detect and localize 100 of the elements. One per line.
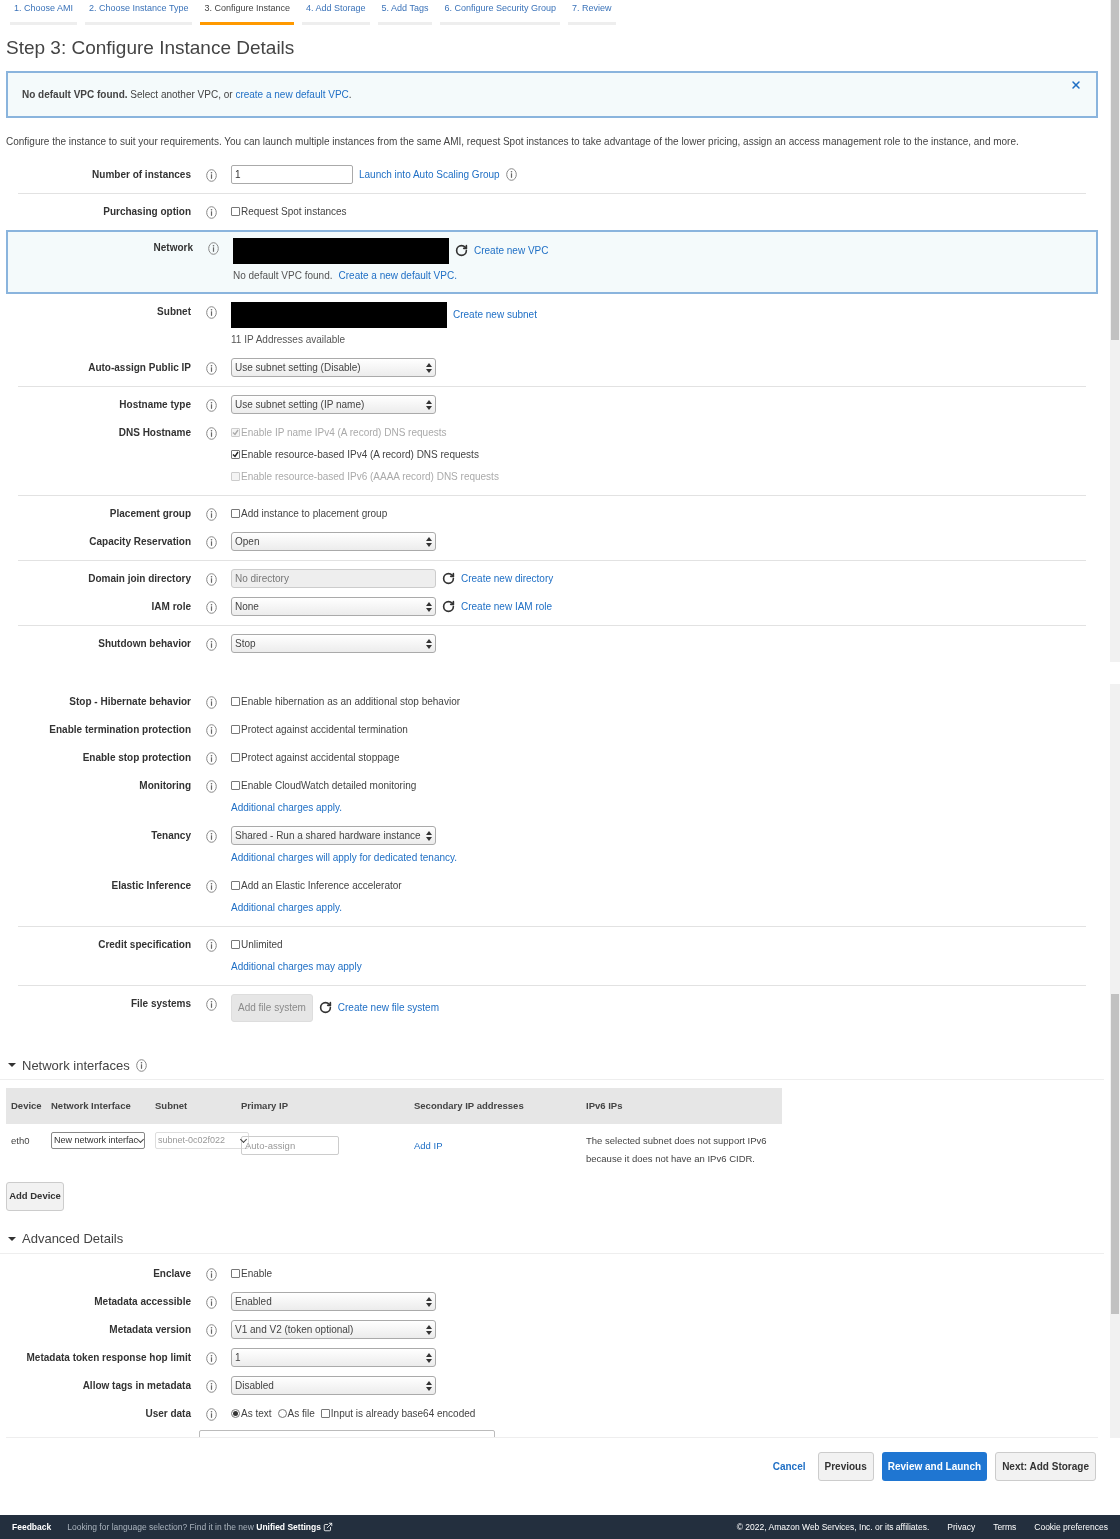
checkbox[interactable] (231, 509, 240, 518)
checkbox[interactable] (231, 207, 240, 216)
link[interactable]: Create new file system (337, 1000, 439, 1015)
info-icon[interactable] (205, 168, 217, 182)
radio-label[interactable]: As text (241, 1406, 272, 1421)
wizard-step-tab[interactable]: 5. Add Tags (377, 0, 433, 25)
checkbox-label[interactable]: Protect against accidental termination (241, 722, 408, 737)
dropdown[interactable]: Stop (231, 634, 436, 653)
checkbox[interactable] (231, 1269, 240, 1278)
checkbox[interactable] (231, 725, 240, 734)
dropdown[interactable]: Open (231, 532, 436, 551)
info-icon[interactable] (205, 1379, 217, 1393)
info-icon[interactable] (205, 695, 217, 709)
info-icon[interactable] (205, 205, 217, 219)
wizard-step-tab[interactable]: 4. Add Storage (302, 0, 370, 25)
checkbox[interactable] (231, 753, 240, 762)
info-icon[interactable] (205, 1295, 217, 1309)
dropdown[interactable]: 1 (231, 1348, 436, 1367)
link[interactable]: Create a new default VPC. (338, 268, 457, 283)
link[interactable]: Create new VPC (474, 243, 549, 258)
info-icon[interactable] (205, 1267, 217, 1281)
checkbox-label[interactable]: Enable resource-based IPv4 (A record) DNS requests (241, 447, 479, 462)
info-icon[interactable] (205, 535, 217, 549)
info-icon[interactable] (205, 779, 217, 793)
checkbox-label[interactable]: Unlimited (241, 937, 283, 952)
link[interactable]: Create new directory (461, 571, 554, 586)
link[interactable]: Launch into Auto Scaling Group (359, 167, 500, 182)
wizard-step-tab[interactable]: 7. Review (568, 0, 616, 25)
radio-label[interactable]: As file (287, 1406, 315, 1421)
dropdown[interactable]: Shared - Run a shared hardware instance (231, 826, 436, 845)
dropdown[interactable]: V1 and V2 (token optional) (231, 1320, 436, 1339)
info-icon[interactable] (205, 1351, 217, 1365)
section-heading[interactable]: Network interfaces (22, 1055, 130, 1075)
dropdown[interactable]: Disabled (231, 1376, 436, 1395)
close-icon[interactable] (1070, 78, 1082, 91)
checkbox-label[interactable]: Add an Elastic Inference accelerator (241, 878, 402, 893)
wizard-button[interactable]: Previous (817, 1451, 874, 1481)
info-icon[interactable] (205, 1323, 217, 1337)
info-icon[interactable] (205, 600, 217, 614)
radio-button[interactable] (277, 1409, 287, 1418)
radio-button[interactable] (231, 1409, 240, 1418)
link[interactable]: Additional charges may apply (231, 959, 362, 974)
checkbox[interactable] (231, 450, 240, 459)
footer-link[interactable]: Privacy (947, 1520, 976, 1534)
checkbox-label[interactable]: Add instance to placement group (241, 506, 388, 521)
info-icon[interactable] (205, 938, 217, 952)
refresh-icon[interactable] (318, 1001, 332, 1014)
info-icon[interactable] (205, 637, 217, 651)
info-icon[interactable] (205, 1407, 217, 1421)
info-icon[interactable] (205, 879, 217, 893)
link[interactable]: Additional charges apply. (231, 800, 342, 815)
feedback-link[interactable]: Feedback (12, 1520, 52, 1534)
link[interactable]: Add IP (414, 1140, 443, 1151)
input-field[interactable]: Auto-assign (241, 1136, 339, 1155)
checkbox-label[interactable]: Input is already base64 encoded (330, 1406, 476, 1421)
checkbox-label[interactable]: Enable CloudWatch detailed monitoring (241, 778, 417, 793)
info-icon[interactable] (205, 723, 217, 737)
checkbox[interactable] (231, 881, 240, 890)
dropdown[interactable]: New network interfac (51, 1132, 145, 1149)
input-field[interactable]: 1 (231, 165, 353, 184)
link[interactable]: Additional charges apply. (231, 900, 342, 915)
dropdown[interactable]: None (231, 597, 436, 616)
link[interactable]: Create new subnet (453, 307, 537, 322)
info-icon[interactable] (205, 572, 217, 586)
info-icon[interactable] (205, 997, 217, 1011)
info-icon[interactable] (205, 361, 217, 375)
dropdown[interactable]: Use subnet setting (IP name) (231, 395, 436, 414)
refresh-icon[interactable] (455, 244, 468, 257)
dropdown[interactable]: Enabled (231, 1292, 436, 1311)
add-device-button[interactable]: Add Device (6, 1182, 64, 1211)
scrollbar[interactable] (1110, 683, 1120, 1438)
link[interactable]: Unified Settings (256, 1521, 321, 1532)
wizard-button[interactable]: Review and Launch (881, 1451, 988, 1481)
info-icon[interactable] (135, 1058, 147, 1072)
external-link-icon[interactable] (322, 1522, 333, 1532)
checkbox[interactable] (320, 1409, 330, 1418)
wizard-step-tab[interactable]: 2. Choose Instance Type (85, 0, 193, 25)
dropdown[interactable]: Use subnet setting (Disable) (231, 358, 436, 377)
checkbox-label[interactable]: Enable (241, 1266, 273, 1281)
info-icon[interactable] (205, 751, 217, 765)
refresh-icon[interactable] (442, 600, 455, 613)
link[interactable]: create a new default VPC (235, 88, 349, 100)
link[interactable]: Additional charges will apply for dedicated tenancy. (231, 850, 458, 865)
info-icon[interactable] (505, 168, 517, 181)
section-heading[interactable]: Advanced Details (22, 1229, 124, 1249)
wizard-button[interactable]: Next: Add Storage (995, 1451, 1096, 1481)
cancel-link[interactable]: Cancel (768, 1458, 810, 1474)
wizard-step-tab[interactable]: 1. Choose AMI (10, 0, 78, 25)
checkbox-label[interactable]: Request Spot instances (241, 204, 347, 219)
checkbox-label[interactable]: Protect against accidental stoppage (241, 750, 400, 765)
footer-link[interactable]: Terms (993, 1520, 1017, 1534)
info-icon[interactable] (205, 398, 217, 412)
checkbox[interactable] (231, 697, 240, 706)
checkbox[interactable] (231, 781, 240, 790)
info-icon[interactable] (205, 305, 217, 319)
info-icon[interactable] (205, 507, 217, 521)
wizard-step-tab[interactable]: 6. Configure Security Group (440, 0, 560, 25)
checkbox-label[interactable]: Enable hibernation as an additional stop behavior (241, 694, 461, 709)
checkbox[interactable] (231, 940, 240, 949)
scrollbar[interactable] (1110, 0, 1120, 662)
